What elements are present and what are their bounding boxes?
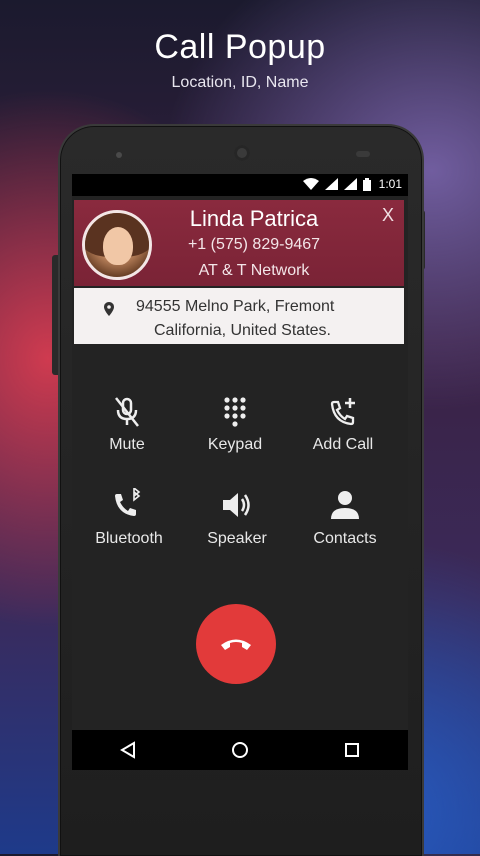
status-bar: 1:01 <box>72 174 408 196</box>
header-subtitle: Location, ID, Name <box>171 74 309 91</box>
contacts-label: Contacts <box>313 530 377 547</box>
phone-speaker-dot <box>116 152 122 158</box>
location-line2: California, United States. <box>154 322 331 339</box>
bluetooth-button[interactable]: Bluetooth <box>74 488 184 548</box>
contacts-icon <box>331 491 359 519</box>
keypad-icon <box>224 397 246 427</box>
add-call-icon <box>330 398 355 426</box>
speaker-icon <box>223 493 250 517</box>
header-title: Call Popup <box>154 28 326 66</box>
mute-button[interactable]: Mute <box>72 396 182 454</box>
nav-back-button[interactable] <box>98 730 158 770</box>
mute-label: Mute <box>109 436 145 453</box>
signal-icon <box>324 178 338 190</box>
recents-icon <box>345 743 359 757</box>
home-icon <box>232 742 248 758</box>
nav-recents-button[interactable] <box>322 730 382 770</box>
speaker-label: Speaker <box>207 530 267 547</box>
signal-icon <box>343 178 357 190</box>
contacts-button[interactable]: Contacts <box>290 488 400 548</box>
navigation-bar <box>72 730 408 770</box>
speaker-button[interactable]: Speaker <box>182 488 292 548</box>
caller-number: +1 (575) 829-9467 <box>187 236 321 253</box>
close-popup-button[interactable]: X <box>378 205 398 226</box>
phone-camera <box>234 145 250 161</box>
caller-location-panel: 94555 Melno Park, Fremont California, Un… <box>74 288 404 344</box>
add-call-label: Add Call <box>312 436 374 453</box>
mic-off-icon <box>115 397 139 427</box>
caller-name: Linda Patrica <box>189 206 319 231</box>
phone-screen: 1:01 Linda Patrica +1 (575) 829-9467 AT … <box>72 174 408 770</box>
wifi-icon <box>302 178 319 190</box>
location-line1: 94555 Melno Park, Fremont <box>136 298 335 315</box>
add-call-button[interactable]: Add Call <box>288 396 398 454</box>
phone-sensor <box>356 151 370 157</box>
caller-popup[interactable]: Linda Patrica +1 (575) 829-9467 AT & T N… <box>74 200 404 286</box>
caller-avatar <box>82 210 152 280</box>
status-time: 1:01 <box>378 177 402 191</box>
nav-home-button[interactable] <box>210 730 270 770</box>
keypad-label: Keypad <box>207 436 263 453</box>
battery-icon <box>362 177 371 191</box>
bluetooth-label: Bluetooth <box>95 530 163 547</box>
caller-network: AT & T Network <box>198 262 310 279</box>
bluetooth-call-icon <box>115 488 141 516</box>
back-icon <box>120 741 135 759</box>
location-pin-icon <box>104 302 114 316</box>
keypad-button[interactable]: Keypad <box>180 396 290 454</box>
end-call-icon <box>221 639 251 650</box>
end-call-button[interactable] <box>196 604 276 684</box>
